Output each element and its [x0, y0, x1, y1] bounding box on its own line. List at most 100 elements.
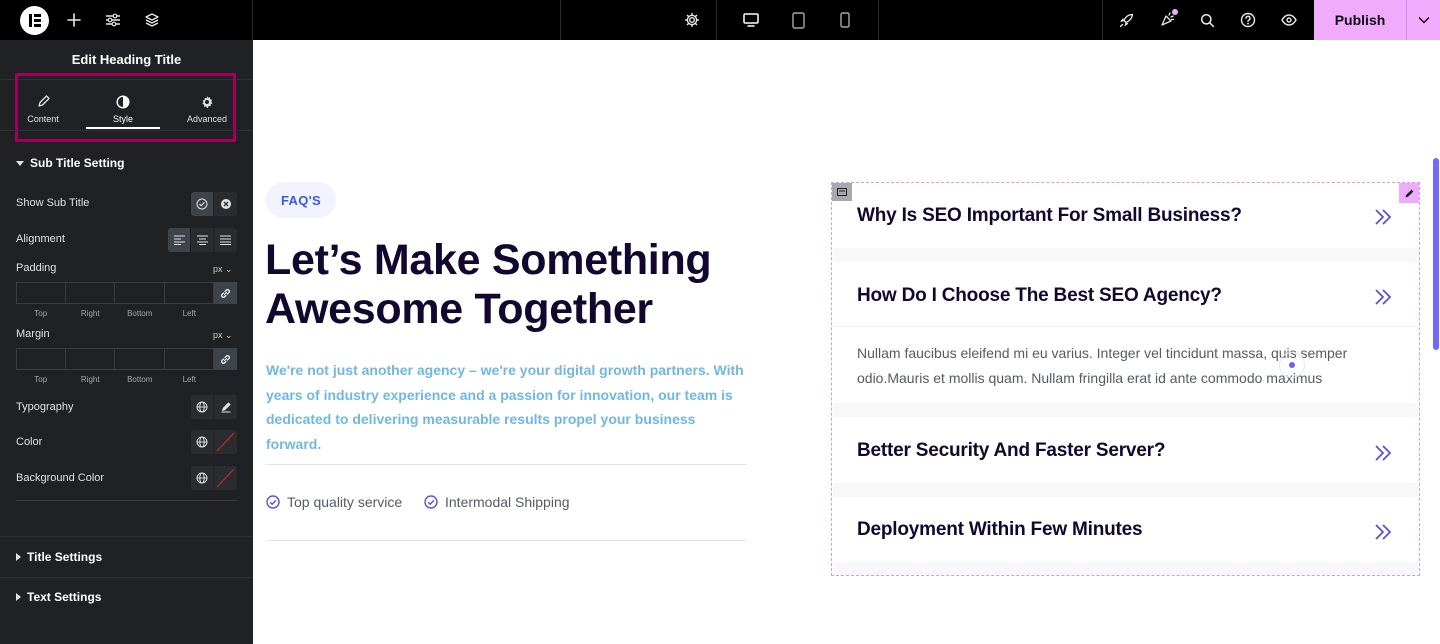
tab-advanced-label: Advanced — [186, 113, 228, 124]
edit-widget-button[interactable] — [1399, 183, 1419, 203]
section-sub-title-setting[interactable]: Sub Title Setting — [16, 156, 124, 170]
margin-dimensions — [16, 348, 237, 370]
padding-right-input[interactable] — [65, 282, 115, 304]
search-icon[interactable] — [1187, 0, 1227, 40]
add-icon[interactable] — [54, 0, 94, 40]
hero-heading[interactable]: Let’s Make Something Awesome Together — [265, 236, 785, 334]
tab-advanced[interactable]: Advanced — [180, 84, 234, 132]
align-justify-button[interactable] — [214, 228, 237, 252]
tablet-icon[interactable] — [778, 0, 818, 40]
top-bar: Publish — [0, 0, 1440, 40]
active-tab-indicator — [86, 127, 160, 129]
align-left-icon — [173, 235, 185, 245]
selected-widget-outline — [831, 182, 1420, 576]
align-justify-icon — [220, 235, 231, 245]
pencil-icon — [1405, 189, 1413, 197]
align-center-button[interactable] — [191, 228, 214, 252]
color-label: Color — [16, 436, 43, 448]
publish-options-button[interactable] — [1406, 0, 1440, 40]
help-icon[interactable] — [1228, 0, 1268, 40]
show-no-button[interactable] — [214, 192, 237, 216]
alignment-label: Alignment — [16, 233, 65, 245]
panel-tabs: Content Style Advanced — [0, 84, 253, 132]
close-circle-icon — [220, 199, 231, 209]
section-title-settings[interactable]: Title Settings — [16, 550, 102, 564]
feature-label: Intermodal Shipping — [445, 494, 570, 510]
typography-global-button[interactable] — [191, 395, 214, 419]
globe-icon — [196, 472, 208, 484]
link-icon — [221, 288, 230, 298]
tab-content[interactable]: Content — [16, 84, 70, 132]
caret-right-icon — [16, 553, 21, 561]
tab-style-label: Style — [112, 113, 133, 124]
section-text-settings-label: Text Settings — [27, 590, 102, 604]
margin-top-input[interactable] — [16, 348, 66, 370]
background-color-picker-button[interactable] — [214, 466, 237, 490]
desktop-icon[interactable] — [731, 0, 771, 40]
tab-style[interactable]: Style — [86, 84, 160, 132]
mobile-icon[interactable] — [825, 0, 865, 40]
check-circle-icon — [196, 198, 208, 210]
hero-heading-line-1: Let’s Make Something — [265, 236, 712, 284]
half-circle-icon — [116, 93, 130, 111]
empty-color-swatch-icon — [216, 432, 235, 452]
margin-right-input[interactable] — [65, 348, 115, 370]
margin-dim-labels: Top Right Bottom Left — [34, 375, 196, 384]
show-sub-title-label: Show Sub Title — [16, 197, 90, 209]
publish-button[interactable]: Publish — [1314, 0, 1406, 40]
check-circle-icon — [424, 495, 438, 509]
canvas-scrollbar-thumb[interactable] — [1433, 158, 1439, 350]
color-picker-button[interactable] — [214, 430, 237, 454]
background-color-global-button[interactable] — [191, 466, 214, 490]
feature-item: Top quality service — [266, 494, 402, 510]
elementor-logo-icon[interactable] — [20, 6, 49, 35]
tab-content-label: Content — [27, 113, 59, 124]
empty-color-swatch-icon — [216, 468, 235, 488]
color-controls — [191, 430, 237, 454]
preview-eye-icon[interactable] — [1269, 0, 1309, 40]
align-left-button[interactable] — [168, 228, 191, 252]
padding-dim-labels: Top Right Bottom Left — [34, 309, 196, 318]
divider-bottom — [266, 540, 747, 541]
rocket-icon[interactable] — [1106, 0, 1146, 40]
caret-right-icon — [16, 593, 21, 601]
feature-item: Intermodal Shipping — [424, 494, 570, 510]
padding-top-input[interactable] — [16, 282, 66, 304]
gear-icon — [200, 93, 214, 111]
padding-left-input[interactable] — [164, 282, 214, 304]
padding-label: Padding — [16, 262, 57, 274]
feature-label: Top quality service — [287, 494, 403, 510]
margin-bottom-input[interactable] — [115, 348, 165, 370]
settings-sliders-icon[interactable] — [93, 0, 133, 40]
section-text-settings[interactable]: Text Settings — [16, 590, 101, 604]
alignment-choices — [168, 228, 237, 252]
link-icon — [221, 354, 230, 364]
show-yes-button[interactable] — [191, 192, 214, 216]
hero-heading-line-2: Awesome Together — [265, 285, 653, 333]
faq-subtitle-badge[interactable]: FAQ'S — [266, 182, 336, 218]
color-global-button[interactable] — [191, 430, 214, 454]
padding-dimensions — [16, 282, 237, 304]
site-settings-gear-icon[interactable] — [672, 0, 712, 40]
globe-icon — [196, 401, 208, 413]
margin-left-input[interactable] — [164, 348, 214, 370]
margin-link-button[interactable] — [214, 348, 237, 370]
globe-icon — [196, 436, 208, 448]
section-sub-title-setting-label: Sub Title Setting — [30, 156, 125, 170]
layers-icon[interactable] — [132, 0, 172, 40]
padding-bottom-input[interactable] — [115, 282, 165, 304]
editor-panel: Edit Heading Title Content Style Advance… — [0, 40, 253, 644]
notifications-icon[interactable] — [1147, 0, 1187, 40]
background-color-label: Background Color — [16, 472, 105, 484]
margin-unit-select[interactable]: px ⌄ — [213, 330, 233, 341]
widget-handle-icon[interactable] — [832, 183, 852, 201]
pencil-icon — [221, 402, 231, 413]
padding-link-button[interactable] — [214, 282, 237, 304]
section-title-settings-label: Title Settings — [27, 550, 103, 564]
divider-top — [266, 464, 747, 465]
align-center-icon — [196, 235, 208, 245]
padding-unit-select[interactable]: px ⌄ — [213, 264, 233, 275]
typography-edit-button[interactable] — [214, 395, 237, 419]
panel-title: Edit Heading Title — [0, 40, 253, 80]
margin-label: Margin — [16, 328, 50, 340]
